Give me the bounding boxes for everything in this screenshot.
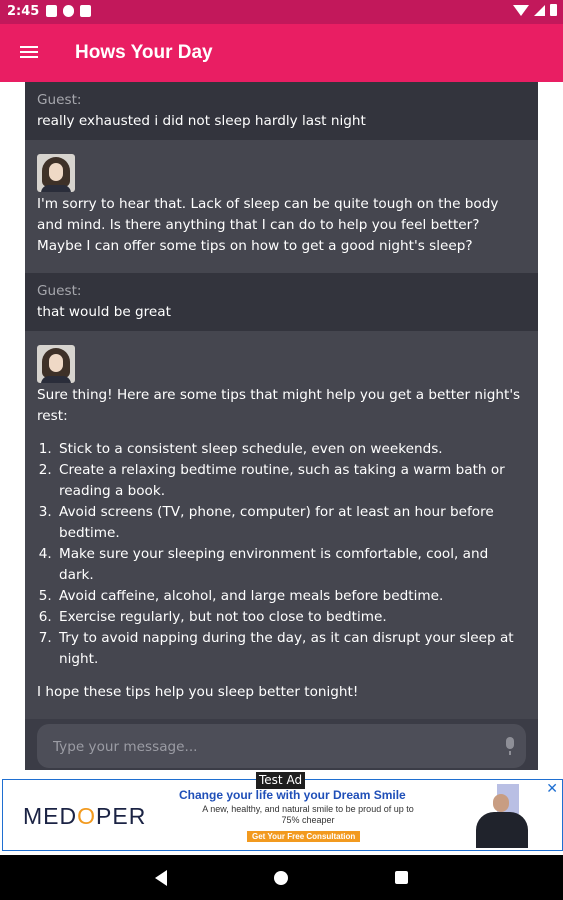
message-text: really exhausted i did not sleep hardly … <box>37 113 366 129</box>
message-input[interactable] <box>51 735 485 759</box>
app-bar: Hows Your Day <box>0 24 563 82</box>
sd-card-icon <box>80 5 91 17</box>
status-time: 2:45 <box>7 4 40 19</box>
bot-avatar <box>37 345 75 383</box>
ad-person-image <box>471 784 531 848</box>
user-message: Guest: really exhausted i did not sleep … <box>25 82 538 140</box>
ad-headline: Change your life with your Dream Smile <box>179 788 406 802</box>
list-item: Avoid screens (TV, phone, computer) for … <box>56 502 526 544</box>
tips-list: Stick to a consistent sleep schedule, ev… <box>37 439 526 670</box>
message-composer <box>37 724 526 768</box>
sender-label: Guest: <box>37 283 82 299</box>
app-notification-icon <box>63 5 74 17</box>
ad-banner[interactable]: MEDOPER Change your life with your Dream… <box>2 779 563 851</box>
list-item: Make sure your sleeping environment is c… <box>56 544 526 586</box>
recent-apps-icon[interactable] <box>395 871 408 884</box>
message-text: that would be great <box>37 304 171 320</box>
wifi-icon <box>513 4 529 16</box>
page-title: Hows Your Day <box>75 42 213 63</box>
system-icons <box>513 4 557 16</box>
test-ad-label: Test Ad <box>256 772 306 789</box>
message-outro: I hope these tips help you sleep better … <box>37 684 359 700</box>
list-item: Try to avoid napping during the day, as … <box>56 628 526 670</box>
user-message: Guest: that would be great <box>25 273 538 331</box>
back-icon[interactable] <box>155 870 167 886</box>
message-text: I'm sorry to hear that. Lack of sleep ca… <box>37 196 499 254</box>
status-bar: 2:45 <box>0 0 563 24</box>
ad-cta-button[interactable]: Get Your Free Consultation <box>247 831 361 842</box>
sender-label: Guest: <box>37 92 82 108</box>
bot-message: I'm sorry to hear that. Lack of sleep ca… <box>25 140 538 273</box>
list-item: Exercise regularly, but not too close to… <box>56 607 526 628</box>
ad-logo: MEDOPER <box>23 803 147 829</box>
cell-signal-icon <box>534 4 545 16</box>
list-item: Stick to a consistent sleep schedule, ev… <box>56 439 526 460</box>
ad-close-icon[interactable]: ✕ <box>546 781 558 797</box>
bot-avatar <box>37 154 75 192</box>
chat-area[interactable]: Guest: really exhausted i did not sleep … <box>25 82 538 770</box>
list-item: Avoid caffeine, alcohol, and large meals… <box>56 586 526 607</box>
message-intro: Sure thing! Here are some tips that migh… <box>37 387 521 424</box>
notification-icons <box>46 5 91 17</box>
home-icon[interactable] <box>274 871 288 885</box>
microphone-icon[interactable] <box>506 737 514 755</box>
system-nav-bar <box>0 855 563 900</box>
bot-message: Sure thing! Here are some tips that migh… <box>25 331 538 719</box>
hamburger-menu-icon[interactable] <box>20 43 48 65</box>
list-item: Create a relaxing bedtime routine, such … <box>56 460 526 502</box>
battery-icon <box>550 4 557 16</box>
ad-subtext: A new, healthy, and natural smile to be … <box>202 804 414 825</box>
notification-icon <box>46 5 57 17</box>
